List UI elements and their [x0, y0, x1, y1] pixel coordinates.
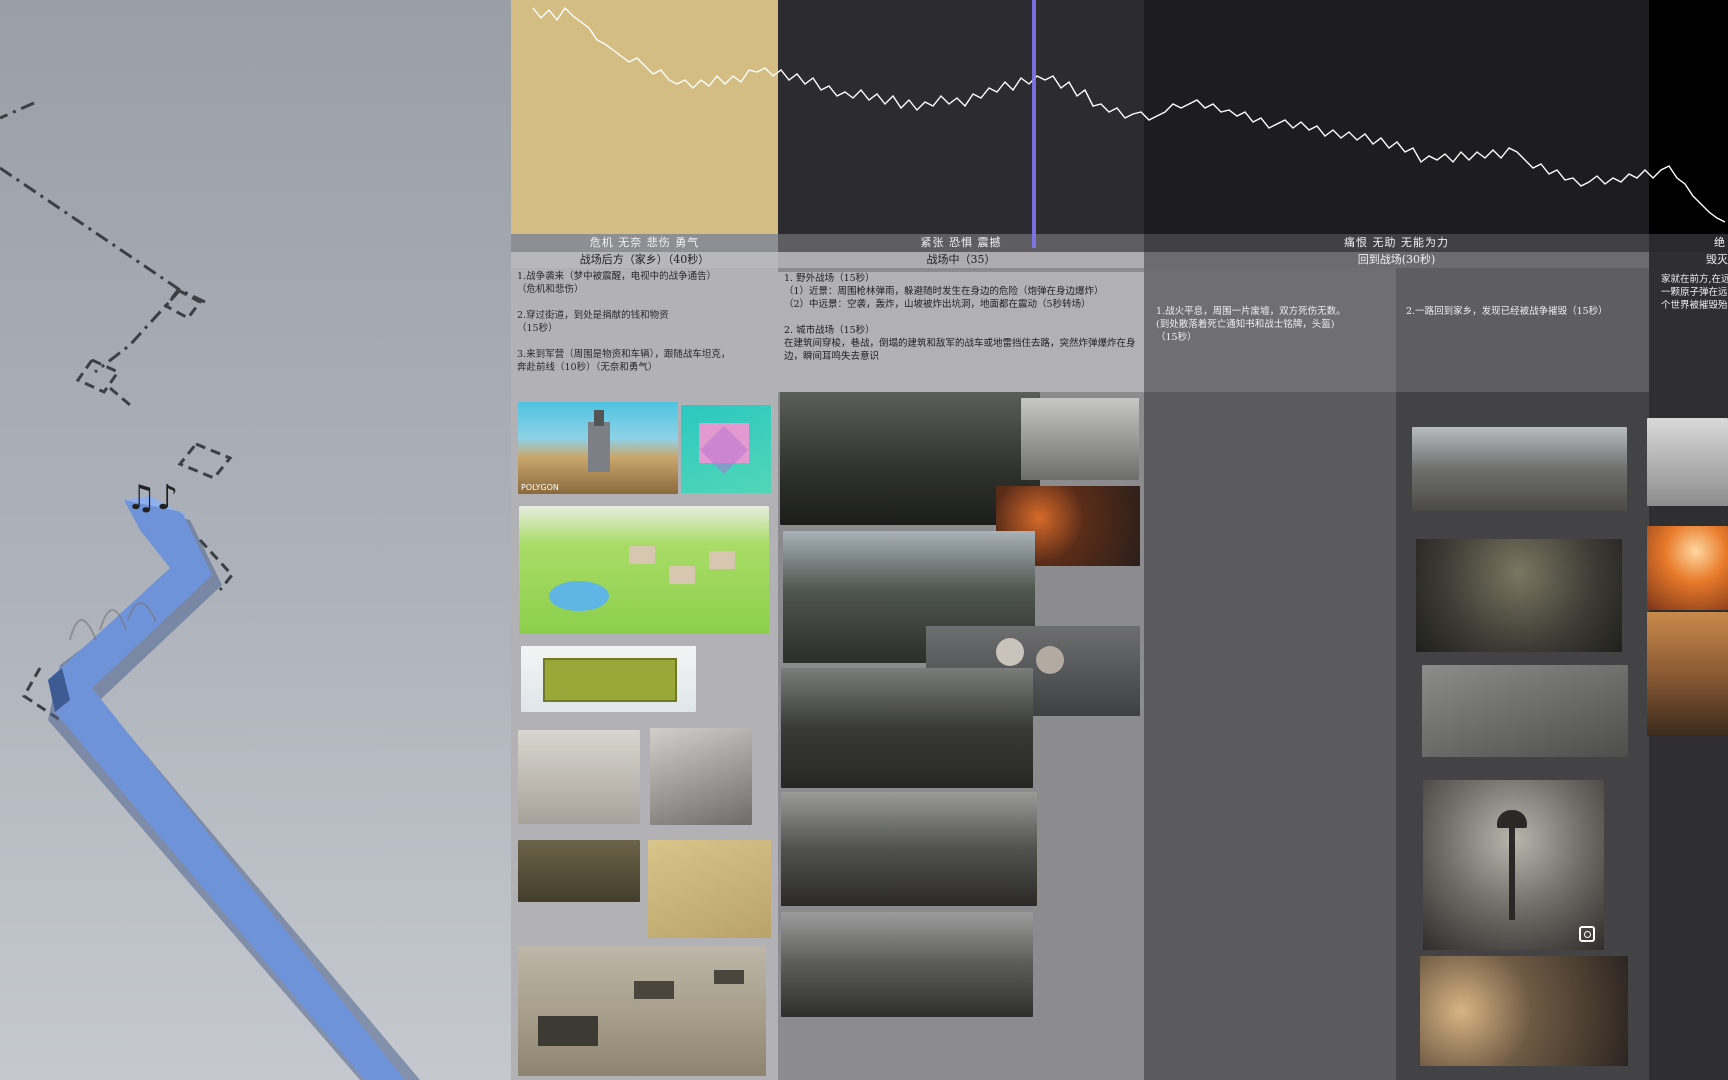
image-crowd-sunset[interactable]: [1647, 612, 1728, 736]
image-beach-obstacles[interactable]: [781, 912, 1033, 1017]
music-notes-icon: ♫♪: [126, 478, 179, 518]
subsection-b: [1396, 268, 1649, 392]
image-polygon-church[interactable]: POLYGON: [518, 402, 678, 494]
section-description: 1. 野外战场（15秒） （1）近景：周围枪林弹雨，躲避随时发生在身边的危险（炮…: [778, 272, 1144, 392]
section-description: 家就在前方,在远 一颗原子弹在远 个世界被摧毁殆: [1661, 274, 1728, 311]
image-pink-house[interactable]: [681, 405, 771, 493]
image-sunset-ruins[interactable]: [1420, 956, 1628, 1066]
image-lowpoly-village[interactable]: [519, 506, 769, 634]
storyboard-board[interactable]: 危机 无奈 悲伤 勇气 战场后方（家乡）（40秒） 1.战争袭来（梦中被震醒，电…: [511, 0, 1728, 1080]
section-destruction-header: [1649, 0, 1728, 234]
section-mood: 危机 无奈 悲伤 勇气: [511, 234, 778, 252]
section-mood: 紧张 恐惧 震撼: [778, 234, 1144, 252]
image-troops-photo[interactable]: [518, 840, 640, 902]
image-explosion-street[interactable]: [1021, 398, 1139, 480]
image-scattered-papers[interactable]: [1422, 665, 1628, 757]
section-return: 痛恨 无助 无能为力 回到战场(30秒) 1.战火平息，周围一片废墟，双方死伤无…: [1144, 0, 1649, 1080]
section-mood: 绝: [1649, 234, 1728, 252]
image-road-soldiers[interactable]: [781, 792, 1037, 906]
timeline-playhead[interactable]: [1032, 0, 1036, 248]
image-desert-tanks[interactable]: [518, 946, 766, 1076]
image-smoky-ruins[interactable]: [1416, 539, 1622, 652]
section-title: 毁灭: [1649, 252, 1728, 268]
image-city-model[interactable]: [1647, 418, 1728, 506]
section-destruction: 绝 毁灭 家就在前方,在远 一颗原子弹在远 个世界被摧毁殆: [1647, 0, 1728, 1080]
section-description-b: 2.一路回到家乡，发现已经被战争摧毁（15秒）: [1406, 306, 1608, 317]
zoom-icon[interactable]: [1579, 926, 1595, 942]
section-title: 战场中（35）: [778, 252, 1144, 268]
section-title: 回到战场(30秒): [1144, 252, 1649, 268]
polygon-logo: POLYGON: [521, 483, 559, 492]
section-title: 战场后方（家乡）（40秒）: [511, 252, 778, 268]
image-bw-soldiers[interactable]: [518, 730, 640, 824]
image-train-cars[interactable]: [650, 728, 752, 825]
section-mood: 痛恨 无助 无能为力: [1144, 234, 1649, 252]
image-ruined-street[interactable]: [1412, 427, 1627, 511]
section-battlefield: 紧张 恐惧 震撼 战场中（35） 1. 野外战场（15秒） （1）近景：周围枪林…: [778, 0, 1144, 1080]
image-helmet-rifle[interactable]: [1423, 780, 1604, 950]
image-supply-crate[interactable]: [521, 646, 696, 712]
image-lowpoly-tanks[interactable]: [648, 840, 771, 938]
section-home: 危机 无奈 悲伤 勇气 战场后方（家乡）（40秒） 1.战争袭来（梦中被震醒，电…: [511, 0, 778, 1080]
section-description: 1.战争袭来（梦中被震醒，电视中的战争通告） （危机和悲伤） 2.穿过街道，到处…: [517, 271, 731, 373]
section-description-a: 1.战火平息，周围一片废墟，双方死伤无数。 (到处散落着死亡通知书和战士铭牌，头…: [1156, 306, 1346, 343]
section-return-header: [1144, 0, 1649, 234]
section-battlefield-header: [778, 0, 1144, 234]
3d-viewport[interactable]: ♫♪: [0, 0, 511, 1080]
image-field-soldiers[interactable]: [781, 668, 1033, 788]
section-home-header: [511, 0, 778, 234]
image-nuclear-blast[interactable]: [1647, 526, 1728, 610]
